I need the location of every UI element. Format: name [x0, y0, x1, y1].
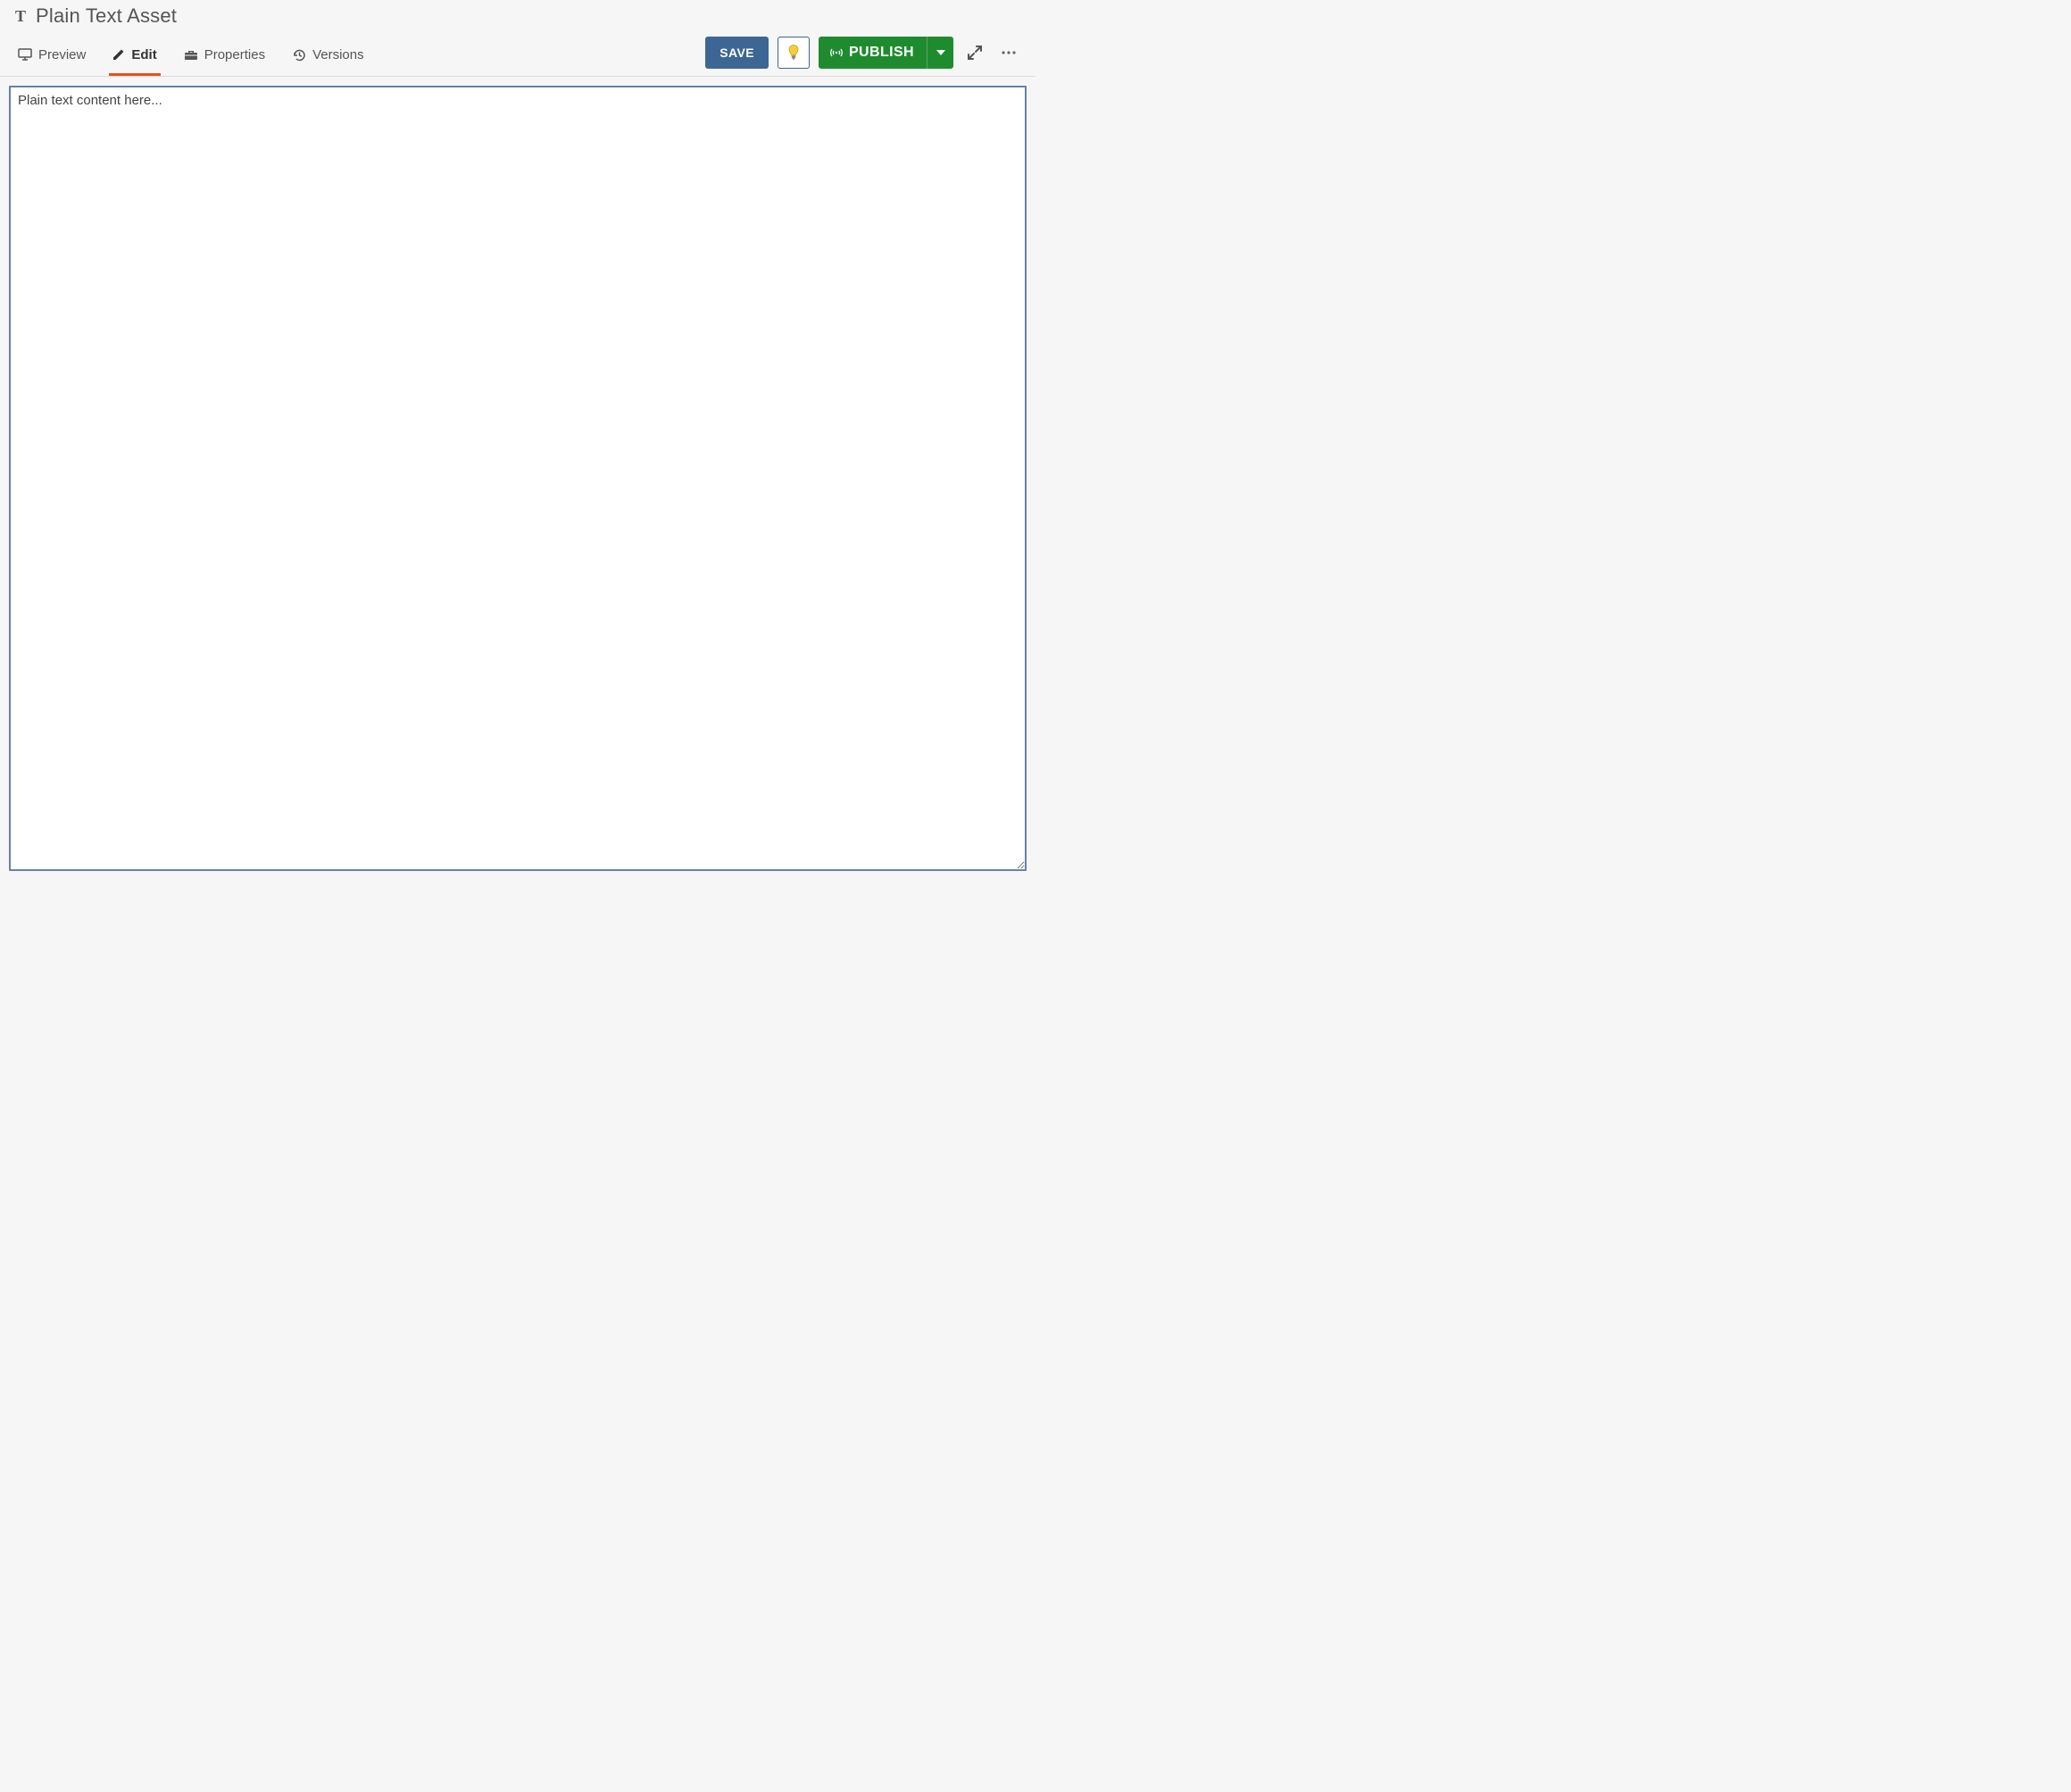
pencil-icon: [112, 48, 125, 61]
tabs: Preview Edit Propertie: [14, 38, 368, 75]
tab-edit[interactable]: Edit: [109, 38, 160, 76]
asset-type-icon: T: [11, 7, 30, 26]
expand-icon: [967, 45, 983, 61]
page: T Plain Text Asset Preview: [0, 0, 1036, 896]
history-icon: [292, 48, 306, 62]
tab-properties[interactable]: Properties: [180, 38, 269, 76]
tab-preview[interactable]: Preview: [14, 38, 89, 76]
plain-text-editor[interactable]: [9, 86, 1027, 871]
save-button-label: SAVE: [719, 46, 754, 60]
tab-label: Edit: [131, 47, 156, 62]
tab-label: Properties: [204, 47, 265, 62]
monitor-icon: [18, 48, 32, 61]
dots-icon: [1001, 50, 1017, 55]
tab-label: Preview: [38, 47, 86, 62]
tab-label: Versions: [312, 47, 364, 62]
toolbar: Preview Edit Propertie: [0, 29, 1036, 77]
lightbulb-icon: [786, 44, 801, 62]
more-actions-button[interactable]: [996, 40, 1021, 65]
tab-versions[interactable]: Versions: [288, 38, 368, 76]
expand-button[interactable]: [962, 40, 987, 65]
editor-area: [0, 77, 1036, 884]
toolbox-icon: [184, 49, 198, 61]
caret-down-icon: [936, 50, 945, 55]
page-title: Plain Text Asset: [36, 4, 177, 28]
header: T Plain Text Asset: [0, 0, 1036, 29]
save-button[interactable]: SAVE: [705, 37, 769, 69]
actions: SAVE: [705, 37, 1021, 76]
broadcast-icon: [829, 46, 844, 59]
hint-button[interactable]: [778, 37, 810, 69]
publish-dropdown-button[interactable]: [927, 37, 953, 69]
publish-button-group: PUBLISH: [819, 37, 953, 69]
publish-button[interactable]: PUBLISH: [844, 45, 927, 61]
